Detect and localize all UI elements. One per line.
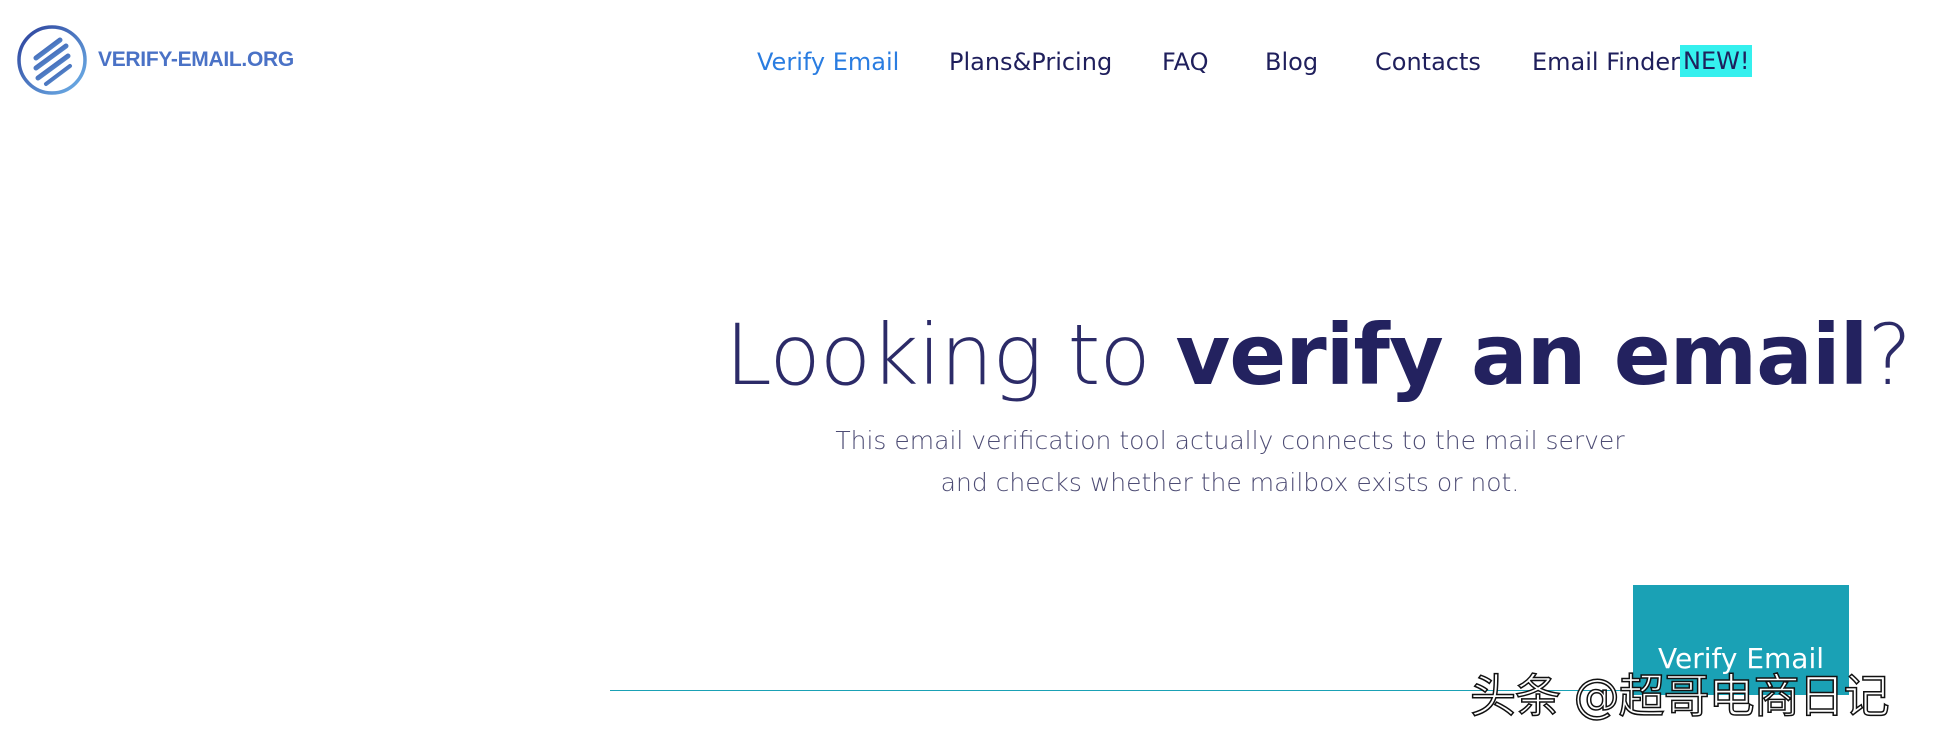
hero-subtitle-line-2: and checks whether the mailbox exists or…	[940, 468, 1520, 497]
nav-email-finder[interactable]: Email Finder	[1532, 44, 1680, 80]
email-input[interactable]	[610, 620, 1614, 686]
hero-title-prefix: Looking to	[725, 306, 1176, 404]
hero-subtitle-line-1: This email verification tool actually co…	[835, 426, 1625, 455]
hero-title-bold: verify an email	[1175, 306, 1868, 404]
new-badge: NEW!	[1680, 45, 1753, 77]
nav-verify-email[interactable]: Verify Email	[757, 44, 899, 80]
nav-blog[interactable]: Blog	[1265, 44, 1318, 80]
hero-title-suffix: ?	[1867, 306, 1912, 404]
main-nav: Verify Email Plans&Pricing FAQ Blog Cont…	[0, 44, 1949, 80]
watermark-text: 头条 @超哥电商日记	[1469, 668, 1890, 724]
hero-title: Looking to verify an email?	[725, 300, 1912, 410]
nav-contacts[interactable]: Contacts	[1375, 44, 1481, 80]
nav-plans-pricing[interactable]: Plans&Pricing	[949, 44, 1112, 80]
nav-faq[interactable]: FAQ	[1162, 44, 1209, 80]
